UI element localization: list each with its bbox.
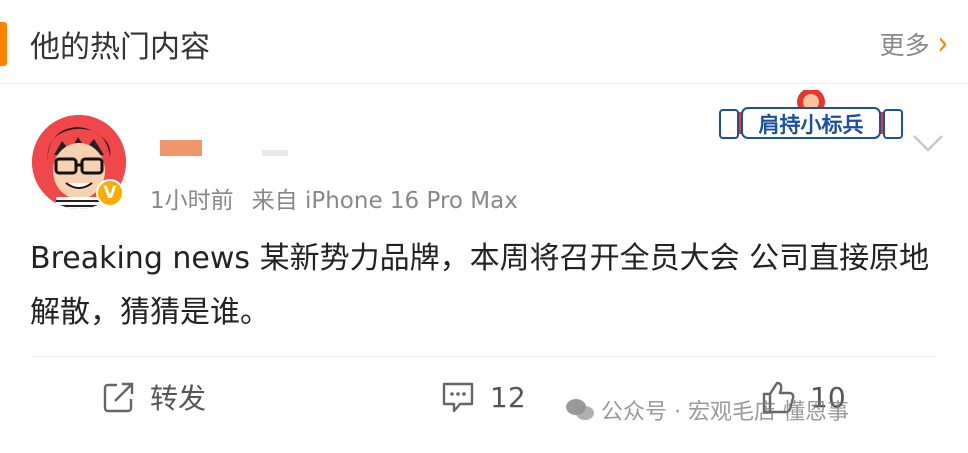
post-time: 1小时前	[150, 188, 234, 214]
badge-text: 肩持小标兵	[759, 113, 864, 137]
watermark-text: 公众号 · 宏观毛店 懂恩事	[601, 400, 849, 425]
badge-graphic: 肩持小标兵	[719, 88, 903, 139]
section-header: 他的热门内容 更多 ›	[0, 0, 968, 84]
post-text: Breaking news 某新势力品牌，本周将召开全员大会 公司直接原地解散，…	[30, 241, 930, 330]
comment-icon	[442, 382, 474, 413]
post-source: 来自 iPhone 16 Pro Max	[251, 188, 518, 214]
accent-bar	[0, 22, 7, 66]
comment-count: 12	[490, 380, 526, 414]
repost-button[interactable]: 转发	[102, 372, 206, 422]
repost-icon	[103, 382, 134, 413]
section-title: 他的热门内容	[30, 30, 210, 65]
chevron-down-icon[interactable]	[906, 128, 950, 158]
more-label: 更多	[879, 31, 930, 60]
honor-badge[interactable]: 肩持小标兵	[716, 88, 906, 146]
divider	[30, 356, 938, 357]
verified-badge-icon: V	[96, 179, 124, 207]
comment-button[interactable]: 12	[440, 372, 526, 422]
more-link[interactable]: 更多 ›	[879, 24, 948, 64]
repost-label: 转发	[150, 382, 207, 415]
username-redacted[interactable]	[160, 140, 202, 156]
wechat-icon	[566, 399, 594, 420]
username-redacted-tail	[262, 150, 288, 156]
post-meta: 1小时前 来自 iPhone 16 Pro Max	[150, 181, 518, 215]
chevron-right-icon: ›	[937, 24, 948, 64]
watermark: 公众号 · 宏观毛店 懂恩事	[565, 394, 849, 426]
